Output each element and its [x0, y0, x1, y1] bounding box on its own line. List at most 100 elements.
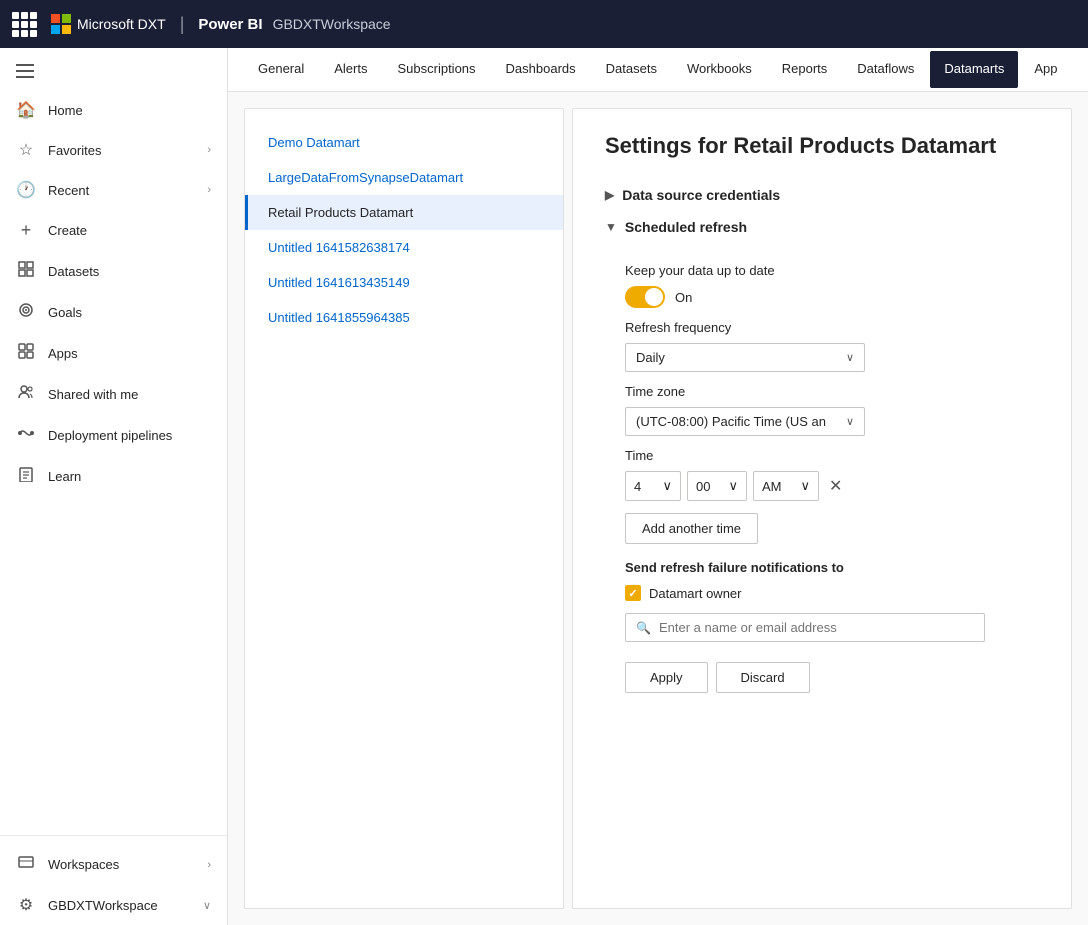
- datamart-item-untitled-1[interactable]: Untitled 1641582638174: [245, 230, 563, 265]
- apply-button[interactable]: Apply: [625, 662, 708, 693]
- tab-app[interactable]: App: [1020, 51, 1071, 88]
- time-zone-label: Time zone: [625, 384, 1039, 399]
- add-another-time-button[interactable]: Add another time: [625, 513, 758, 544]
- tab-reports[interactable]: Reports: [768, 51, 842, 88]
- clock-icon: 🕐: [16, 180, 36, 200]
- time-zone-value: (UTC-08:00) Pacific Time (US an: [636, 414, 826, 429]
- refresh-toggle[interactable]: [625, 286, 665, 308]
- refresh-frequency-label: Refresh frequency: [625, 320, 1039, 335]
- tab-datasets[interactable]: Datasets: [592, 51, 671, 88]
- sidebar-item-label: Favorites: [48, 143, 101, 158]
- sidebar-item-deployment-pipelines[interactable]: Deployment pipelines: [0, 415, 227, 456]
- settings-panel: Settings for Retail Products Datamart ▶ …: [572, 108, 1072, 909]
- datamart-item-untitled-2[interactable]: Untitled 1641613435149: [245, 265, 563, 300]
- chevron-right-icon: ›: [207, 859, 211, 871]
- datamart-list: Demo Datamart LargeDataFromSynapseDatama…: [244, 108, 564, 909]
- sidebar-item-datasets[interactable]: Datasets: [0, 251, 227, 292]
- sidebar-item-gbdxt-workspace[interactable]: ⚙ GBDXTWorkspace ∨: [0, 885, 227, 925]
- notification-label: Send refresh failure notifications to: [625, 560, 1039, 575]
- chevron-down-icon: ∨: [728, 478, 738, 494]
- remove-time-button[interactable]: ✕: [825, 472, 846, 500]
- time-label: Time: [625, 448, 1039, 463]
- datamart-item-demo[interactable]: Demo Datamart: [245, 125, 563, 160]
- sidebar-item-favorites[interactable]: ☆ Favorites ›: [0, 130, 227, 170]
- apps-icon: [16, 343, 36, 364]
- datamart-item-large-data[interactable]: LargeDataFromSynapseDatamart: [245, 160, 563, 195]
- settings-title: Settings for Retail Products Datamart: [605, 133, 1039, 159]
- toggle-row: On: [625, 286, 1039, 308]
- datamart-owner-checkbox[interactable]: [625, 585, 641, 601]
- plus-icon: +: [16, 220, 36, 241]
- datamart-owner-row: Datamart owner: [625, 585, 1039, 601]
- time-hour-dropdown[interactable]: 4 ∨: [625, 471, 681, 501]
- hamburger-menu[interactable]: [0, 56, 227, 90]
- time-minute-dropdown[interactable]: 00 ∨: [687, 471, 747, 501]
- discard-button[interactable]: Discard: [716, 662, 810, 693]
- workspace-icon: [16, 854, 36, 875]
- main-content: General Alerts Subscriptions Dashboards …: [228, 48, 1088, 925]
- chevron-down-icon: ∨: [800, 478, 810, 494]
- goals-icon: [16, 302, 36, 323]
- chevron-down-icon: ∨: [203, 899, 211, 912]
- product-name: Power BI: [198, 16, 262, 33]
- sidebar: 🏠 Home ☆ Favorites › 🕐 Recent › + Create…: [0, 48, 228, 925]
- data-source-label: Data source credentials: [622, 187, 780, 203]
- chevron-right-icon: ›: [207, 184, 211, 196]
- time-ampm-value: AM: [762, 479, 782, 494]
- time-ampm-dropdown[interactable]: AM ∨: [753, 471, 819, 501]
- chevron-down-icon: ∨: [846, 415, 854, 428]
- tab-subscriptions[interactable]: Subscriptions: [383, 51, 489, 88]
- sidebar-item-goals[interactable]: Goals: [0, 292, 227, 333]
- sidebar-item-apps[interactable]: Apps: [0, 333, 227, 374]
- email-input[interactable]: [659, 620, 974, 635]
- tab-dataflows[interactable]: Dataflows: [843, 51, 928, 88]
- home-icon: 🏠: [16, 100, 36, 120]
- scheduled-refresh-label: Scheduled refresh: [625, 219, 747, 235]
- pipeline-icon: [16, 425, 36, 446]
- topbar: Microsoft DXT | Power BI GBDXTWorkspace: [0, 0, 1088, 48]
- topbar-divider: |: [180, 14, 185, 35]
- sidebar-item-shared-with-me[interactable]: Shared with me: [0, 374, 227, 415]
- sidebar-item-create[interactable]: + Create: [0, 210, 227, 251]
- sidebar-item-learn[interactable]: Learn: [0, 456, 227, 497]
- sidebar-item-label: Goals: [48, 305, 82, 320]
- tab-workbooks[interactable]: Workbooks: [673, 51, 766, 88]
- workspace-name: GBDXTWorkspace: [273, 16, 391, 32]
- expanded-arrow-icon: ▼: [605, 220, 617, 234]
- sidebar-item-label: Datasets: [48, 264, 99, 279]
- sidebar-item-recent[interactable]: 🕐 Recent ›: [0, 170, 227, 210]
- time-minute-value: 00: [696, 479, 710, 494]
- datamart-item-retail-products[interactable]: Retail Products Datamart: [245, 195, 563, 230]
- sidebar-item-home[interactable]: 🏠 Home: [0, 90, 227, 130]
- email-input-row[interactable]: 🔍: [625, 613, 985, 642]
- apps-grid-icon[interactable]: [12, 12, 37, 37]
- sidebar-item-label: Deployment pipelines: [48, 428, 172, 443]
- sidebar-item-label: Workspaces: [48, 857, 119, 872]
- tab-alerts[interactable]: Alerts: [320, 51, 381, 88]
- refresh-frequency-dropdown[interactable]: Daily ∨: [625, 343, 865, 372]
- toggle-on-label: On: [675, 290, 692, 305]
- tab-dashboards[interactable]: Dashboards: [492, 51, 590, 88]
- sidebar-item-label: Learn: [48, 469, 81, 484]
- datasets-icon: [16, 261, 36, 282]
- chevron-down-icon: ∨: [846, 351, 854, 364]
- sidebar-item-label: Home: [48, 103, 83, 118]
- sidebar-item-label: Create: [48, 223, 87, 238]
- brand-logo: Microsoft DXT: [51, 14, 166, 34]
- brand-name: Microsoft DXT: [77, 16, 166, 32]
- tab-datamarts[interactable]: Datamarts: [930, 51, 1018, 88]
- tabs-bar: General Alerts Subscriptions Dashboards …: [228, 48, 1088, 92]
- scheduled-refresh-section-header[interactable]: ▼ Scheduled refresh: [605, 211, 1039, 243]
- chevron-right-icon: ›: [207, 144, 211, 156]
- datamart-item-untitled-3[interactable]: Untitled 1641855964385: [245, 300, 563, 335]
- datamart-owner-label: Datamart owner: [649, 586, 741, 601]
- sidebar-item-workspaces[interactable]: Workspaces ›: [0, 844, 227, 885]
- time-hour-value: 4: [634, 479, 641, 494]
- tab-general[interactable]: General: [244, 51, 318, 88]
- learn-icon: [16, 466, 36, 487]
- sidebar-item-label: Shared with me: [48, 387, 138, 402]
- sidebar-item-label: Recent: [48, 183, 89, 198]
- time-zone-dropdown[interactable]: (UTC-08:00) Pacific Time (US an ∨: [625, 407, 865, 436]
- refresh-frequency-value: Daily: [636, 350, 665, 365]
- data-source-section-header[interactable]: ▶ Data source credentials: [605, 179, 1039, 211]
